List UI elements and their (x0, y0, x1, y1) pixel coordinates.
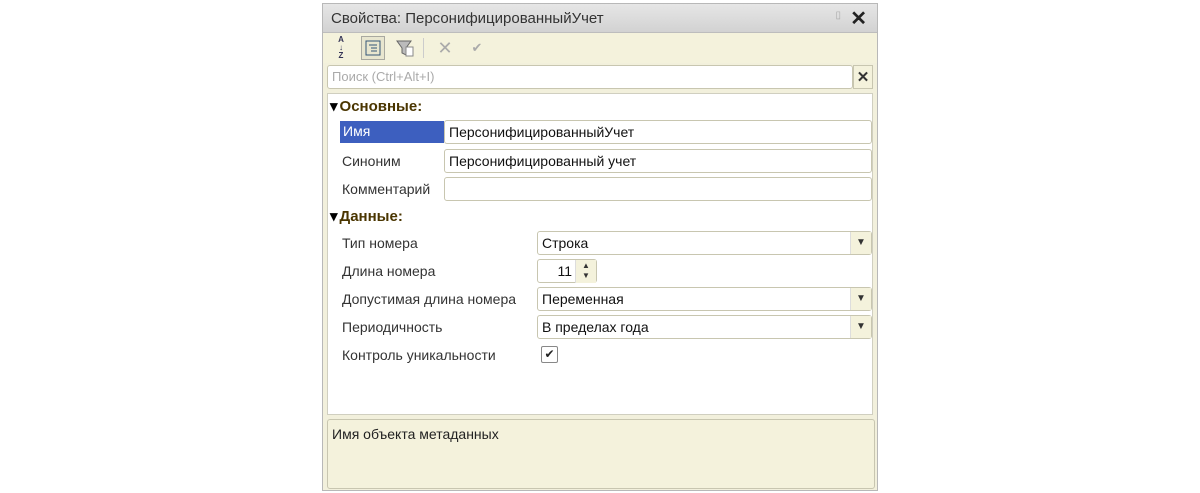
properties-panel: Свойства: ПерсонифицированныйУчет ▯ ✕ A↓… (322, 3, 878, 491)
group-data[interactable]: Данные: (330, 207, 403, 225)
title-bar: Свойства: ПерсонифицированныйУчет ▯ ✕ (323, 4, 877, 33)
synonym-label: Синоним (342, 153, 401, 169)
uniqueness-checkbox[interactable]: ✔ (541, 346, 558, 363)
periodicity-value: В пределах года (542, 319, 649, 335)
group-main[interactable]: Основные: (330, 97, 423, 115)
comment-field[interactable] (444, 177, 872, 201)
filter-button[interactable] (393, 36, 417, 60)
properties-list: Основные: Имя ПерсонифицированныйУчет Си… (327, 93, 873, 415)
allowed-length-select[interactable]: Переменная ▼ (537, 287, 872, 311)
categories-icon (365, 40, 381, 56)
chevron-down-icon[interactable]: ▼ (850, 232, 871, 254)
filter-icon (396, 40, 414, 57)
pin-icon[interactable]: ▯ (835, 10, 841, 21)
cancel-button[interactable]: ✕ (433, 36, 457, 60)
search-input[interactable]: Поиск (Ctrl+Alt+I) (327, 65, 853, 89)
toolbar: A↓Z ✕ ✔ (323, 33, 877, 63)
spinner-icon[interactable]: ▲ ▼ (575, 260, 596, 283)
sort-alphabetical-icon: A↓Z (338, 35, 344, 60)
confirm-button[interactable]: ✔ (465, 36, 489, 60)
clear-search-button[interactable]: ✕ (853, 65, 873, 89)
number-length-stepper[interactable]: 11 ▲ ▼ (537, 259, 597, 283)
chevron-down-icon[interactable]: ▼ (850, 316, 871, 338)
allowed-length-label: Допустимая длина номера (342, 291, 517, 307)
uniqueness-label: Контроль уникальности (342, 347, 496, 363)
number-length-label: Длина номера (342, 263, 436, 279)
close-icon[interactable]: ✕ (850, 6, 867, 31)
periodicity-select[interactable]: В пределах года ▼ (537, 315, 872, 339)
number-type-value: Строка (542, 235, 589, 251)
chevron-down-icon[interactable]: ▼ (850, 288, 871, 310)
categories-button[interactable] (361, 36, 385, 60)
toolbar-separator (423, 38, 424, 58)
name-label[interactable]: Имя (340, 121, 444, 143)
description-box: Имя объекта метаданных (327, 419, 875, 489)
number-type-label: Тип номера (342, 235, 418, 251)
window-title: Свойства: ПерсонифицированныйУчет (331, 10, 604, 27)
number-type-select[interactable]: Строка ▼ (537, 231, 872, 255)
synonym-field[interactable]: Персонифицированный учет (444, 149, 872, 173)
number-length-value: 11 (557, 263, 572, 279)
comment-label: Комментарий (342, 181, 431, 197)
sort-alphabetical-button[interactable]: A↓Z (329, 36, 353, 60)
allowed-length-value: Переменная (542, 291, 624, 307)
periodicity-label: Периодичность (342, 319, 443, 335)
name-field[interactable]: ПерсонифицированныйУчет (444, 120, 872, 144)
